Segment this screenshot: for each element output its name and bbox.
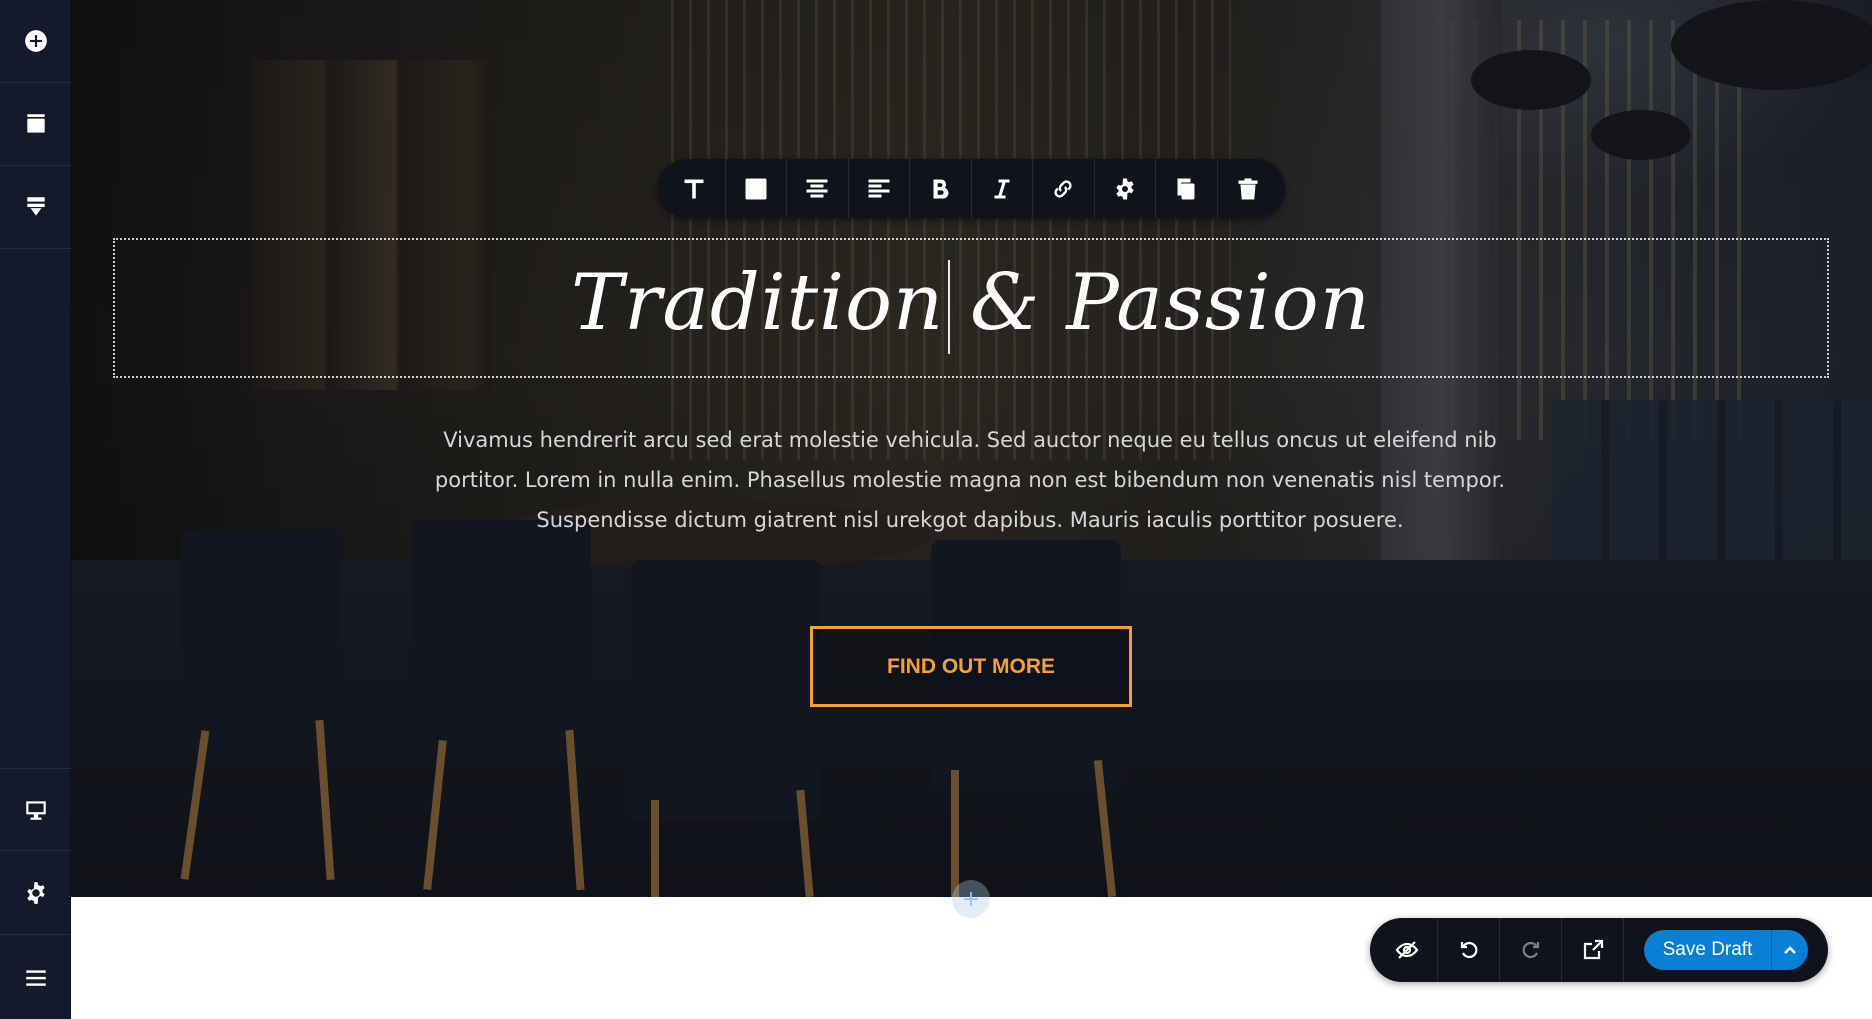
blocks-icon [26,114,45,133]
download-icon [26,197,45,216]
chevron-up-icon [1784,946,1796,954]
find-out-more-button[interactable]: FIND OUT MORE [810,626,1132,707]
gear-icon [1116,178,1134,199]
link-button[interactable] [1033,159,1095,218]
add-element-button[interactable] [0,0,71,83]
color-square-icon [745,178,767,199]
editor-action-bar: Save Draft [1370,918,1828,982]
text-style-button[interactable] [664,159,726,218]
hide-icon [1395,941,1418,959]
editor-sidebar [0,0,71,1019]
undo-icon [1460,941,1477,959]
link-icon [1054,179,1072,198]
blocks-button[interactable] [0,83,71,166]
save-draft-button[interactable]: Save Draft [1644,930,1808,970]
undo-button[interactable] [1438,918,1500,982]
text-icon [684,179,704,198]
duplicate-icon [1177,178,1195,199]
import-button[interactable] [0,166,71,249]
hero-body-text[interactable]: Vivamus hendrerit arcu sed erat molestie… [400,420,1540,540]
text-color-button[interactable] [726,159,787,218]
element-settings-button[interactable] [1095,159,1156,218]
gear-icon [26,882,45,904]
save-options-toggle[interactable] [1772,930,1808,970]
redo-icon [1522,941,1539,959]
external-link-icon [1583,939,1603,960]
heading-selection-box[interactable]: Tradition & Passion [113,238,1829,378]
add-section-button[interactable]: + [952,880,990,918]
hide-button[interactable] [1376,918,1438,982]
save-draft-label[interactable]: Save Draft [1644,930,1772,970]
bold-button[interactable] [910,159,972,218]
menu-icon [25,969,46,986]
align-left-button[interactable] [849,159,910,218]
open-preview-button[interactable] [1562,918,1624,982]
hero-heading[interactable]: Tradition & Passion [115,258,1827,348]
align-left-icon [868,179,890,197]
text-format-toolbar [658,159,1285,218]
add-circle-icon [24,30,47,52]
duplicate-button[interactable] [1156,159,1218,218]
text-cursor [948,260,950,354]
monitor-icon [25,800,46,820]
preview-device-button[interactable] [0,768,71,851]
redo-button[interactable] [1500,918,1562,982]
settings-button[interactable] [0,852,71,935]
italic-button[interactable] [972,159,1033,218]
align-center-button[interactable] [787,159,849,218]
menu-button[interactable] [0,936,71,1019]
italic-icon [994,179,1010,198]
delete-button[interactable] [1218,159,1280,218]
trash-icon [1238,178,1258,199]
bold-icon [933,179,949,199]
align-center-icon [806,179,828,197]
